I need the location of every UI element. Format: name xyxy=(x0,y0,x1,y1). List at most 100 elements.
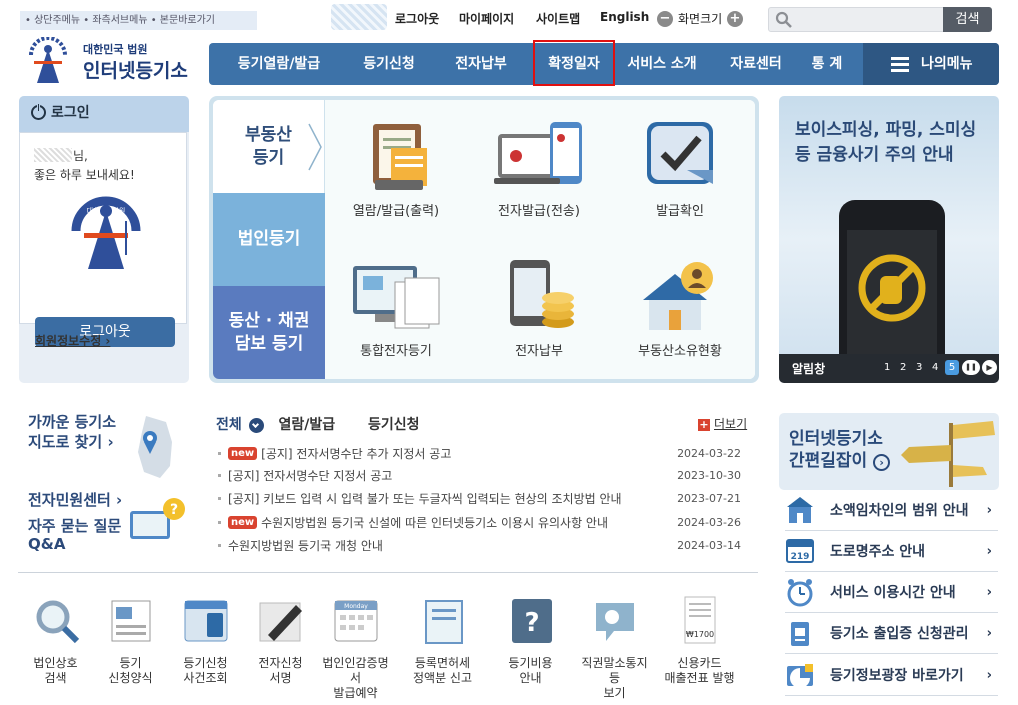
e-signature-icon xyxy=(259,602,302,642)
nav-item-statistics[interactable]: 통 계 xyxy=(801,43,853,85)
tab-movable-collateral[interactable]: 동산 · 채권 담보 등기 xyxy=(213,286,325,379)
chevron-down-icon[interactable] xyxy=(248,417,264,433)
banner-page-3[interactable]: 3 xyxy=(916,362,922,373)
member-info-link[interactable]: 회원정보수정 › xyxy=(35,332,110,349)
service-e-payment[interactable]: 전자납부 xyxy=(469,256,609,359)
notice-tabs: 전체 열람/발급 등기신청 xyxy=(216,414,420,434)
coins-phone-icon xyxy=(510,260,574,328)
civil-title: 전자민원센터 › xyxy=(28,491,123,509)
quick-case-lookup[interactable]: 등기신청 사건조회 xyxy=(168,595,243,686)
near-line1: 가까운 등기소 xyxy=(28,413,117,431)
card-receipt-icon: ₩1700 xyxy=(684,596,715,644)
notice-row[interactable]: [공지] 키보드 입력 시 입력 불가 또는 두글자씩 입력되는 현상의 조치방… xyxy=(218,488,741,508)
notice-row[interactable]: new [공지] 전자서명수단 추가 지정서 공고 2024-03-22 xyxy=(218,443,741,463)
mypage-link[interactable]: 마이페이지 xyxy=(459,10,514,27)
banner-page-4[interactable]: 4 xyxy=(932,362,938,373)
banner-page-2[interactable]: 2 xyxy=(900,362,906,373)
skip-links[interactable]: • 상단주메뉴 • 좌측서브메뉴 • 본문바로가기 xyxy=(20,11,257,30)
bullet xyxy=(218,543,221,547)
link-small-tenant[interactable]: 소액임차인의 범위 안내 › xyxy=(785,490,998,531)
bullet xyxy=(218,473,221,477)
site-logo[interactable]: 대한민국 법원 인터넷등기소 xyxy=(25,37,195,87)
logout-link[interactable]: 로그아웃 xyxy=(395,10,439,27)
access-card-icon xyxy=(791,622,809,646)
service-ownership-status[interactable]: 부동산소유현황 xyxy=(610,256,750,359)
easy-guide-banner[interactable]: 인터넷등기소 간편길잡이 › xyxy=(779,413,999,490)
notice-title: 수원지방법원 등기국 신설에 따른 인터넷등기소 이용시 유의사항 안내 xyxy=(261,515,609,530)
notice-row[interactable]: new 수원지방법원 등기국 신설에 따른 인터넷등기소 이용시 유의사항 안내 2… xyxy=(218,512,741,532)
link-data-plaza[interactable]: 등기정보광장 바로가기 › xyxy=(785,655,998,696)
quick-label-line1: 법인인감증명서 xyxy=(322,656,389,685)
pause-icon[interactable]: ❚❚ xyxy=(962,360,980,375)
e-civil-center-link[interactable]: 전자민원센터 › 자주 묻는 질문 Q&A xyxy=(28,491,122,553)
link-access-card[interactable]: 등기소 출입증 신청관리 › xyxy=(785,613,998,654)
tab-real-estate[interactable]: 부동산 등기 xyxy=(213,100,325,193)
nav-item-service-intro[interactable]: 서비스 소개 xyxy=(619,43,705,85)
quick-registry-forms[interactable]: 등기 신청양식 xyxy=(93,595,168,686)
link-label: 등기정보광장 바로가기 xyxy=(830,668,964,684)
my-menu-button[interactable]: 나의메뉴 xyxy=(863,43,999,85)
quick-label-line2: 신청양식 xyxy=(108,671,153,685)
more-link[interactable]: + 더보기 xyxy=(698,415,747,432)
service-view-issue-label: 열람/발급(출력) xyxy=(352,204,440,219)
service-hours-icon xyxy=(787,579,813,607)
banner-control-bar: 알림창 1 2 3 4 5 ❚❚ ▶ xyxy=(779,354,999,383)
tab-view-issue[interactable]: 열람/발급 xyxy=(279,417,336,433)
data-plaza-icon xyxy=(787,664,813,688)
search-input[interactable] xyxy=(768,7,944,32)
notice-title: 수원지방법원 등기국 개청 안내 xyxy=(228,538,383,553)
quick-label-line1: 등기 xyxy=(119,656,142,670)
chevron-right-icon: › xyxy=(873,454,891,471)
tab-real-estate-line1: 부동산 xyxy=(245,124,292,145)
mobile-transfer-icon xyxy=(494,122,582,184)
tab-application[interactable]: 등기신청 xyxy=(368,417,420,433)
quick-seal-cert-reservation[interactable]: Monday 법인인감증명서 발급예약 xyxy=(318,595,393,701)
login-title: 로그인 xyxy=(51,105,90,121)
nav-item-e-payment[interactable]: 전자납부 xyxy=(437,43,525,85)
sitemap-link[interactable]: 사이트맵 xyxy=(536,10,580,27)
notice-row[interactable]: [공지] 전자서명수단 지정서 공고 2023-10-30 xyxy=(218,465,741,485)
quick-registry-fees[interactable]: ? 등기비용 안내 xyxy=(493,595,568,686)
tab-movable-line2: 담보 등기 xyxy=(234,333,304,354)
link-service-hours[interactable]: 서비스 이용시간 안내 › xyxy=(785,572,998,613)
tab-movable-line1: 동산 · 채권 xyxy=(228,310,310,331)
calendar-label: Monday xyxy=(344,603,368,610)
zoom-in-icon[interactable]: + xyxy=(727,11,743,27)
notice-row[interactable]: 수원지방법원 등기국 개청 안내 2024-03-14 xyxy=(218,535,741,555)
quick-card-receipt[interactable]: ₩1700 신용카드 매출전표 발행 xyxy=(662,595,737,686)
tab-all[interactable]: 전체 xyxy=(216,417,242,433)
zoom-out-icon[interactable]: − xyxy=(657,11,673,27)
banner-page-5[interactable]: 5 xyxy=(945,360,959,375)
chevron-right-icon xyxy=(308,123,322,171)
quick-license-tax[interactable]: 등록면허세 정액분 신고 xyxy=(405,595,480,686)
quick-deletion-notice[interactable]: 직권말소통지등 보기 xyxy=(577,595,652,701)
notice-date: 2023-07-21 xyxy=(677,491,741,505)
tab-real-estate-line2: 등기 xyxy=(252,147,285,168)
service-integrated-e-registry[interactable]: 통합전자등기 xyxy=(326,256,466,359)
notice-banner[interactable]: 보이스피싱, 파밍, 스미싱 등 금융사기 주의 안내 알림창 1 2 3 4 5… xyxy=(779,96,999,383)
quick-e-signature[interactable]: 전자신청 서명 xyxy=(243,595,318,686)
tab-corporate-label: 법인등기 xyxy=(237,229,301,249)
nearby-registry-link[interactable]: 가까운 등기소 지도로 찾기 › xyxy=(28,412,116,452)
registry-forms-icon xyxy=(111,600,150,642)
chevron-right-icon: › xyxy=(986,502,992,518)
service-issue-verify[interactable]: 발급확인 xyxy=(610,116,750,219)
chevron-right-icon: › xyxy=(986,667,992,683)
notice-date: 2024-03-22 xyxy=(677,446,741,460)
greeting-text: 좋은 하루 보내세요! xyxy=(34,168,135,182)
search-button[interactable]: 검색 xyxy=(943,7,992,32)
quick-corp-name-search[interactable]: 법인상호 검색 xyxy=(18,595,93,686)
nav-item-application[interactable]: 등기신청 xyxy=(344,43,434,85)
service-e-issue[interactable]: 전자발급(전송) xyxy=(469,116,609,219)
service-panel: 열람/발급(출력) 전자발급(전송) 발급확인 통합전자등기 전자납부 부동산소… xyxy=(325,100,755,379)
nav-item-resource-center[interactable]: 자료센터 xyxy=(713,43,799,85)
link-road-address[interactable]: 219 도로명주소 안내 › xyxy=(785,531,998,572)
service-view-issue[interactable]: 열람/발급(출력) xyxy=(326,116,466,219)
notice-date: 2024-03-14 xyxy=(677,538,741,552)
banner-page-1[interactable]: 1 xyxy=(884,362,890,373)
english-link[interactable]: English xyxy=(600,10,649,24)
notice-date: 2023-10-30 xyxy=(677,468,741,482)
next-icon[interactable]: ▶ xyxy=(982,360,997,375)
nav-item-view-issue[interactable]: 등기열람/발급 xyxy=(219,43,339,85)
tab-corporate[interactable]: 법인등기 xyxy=(213,193,325,286)
